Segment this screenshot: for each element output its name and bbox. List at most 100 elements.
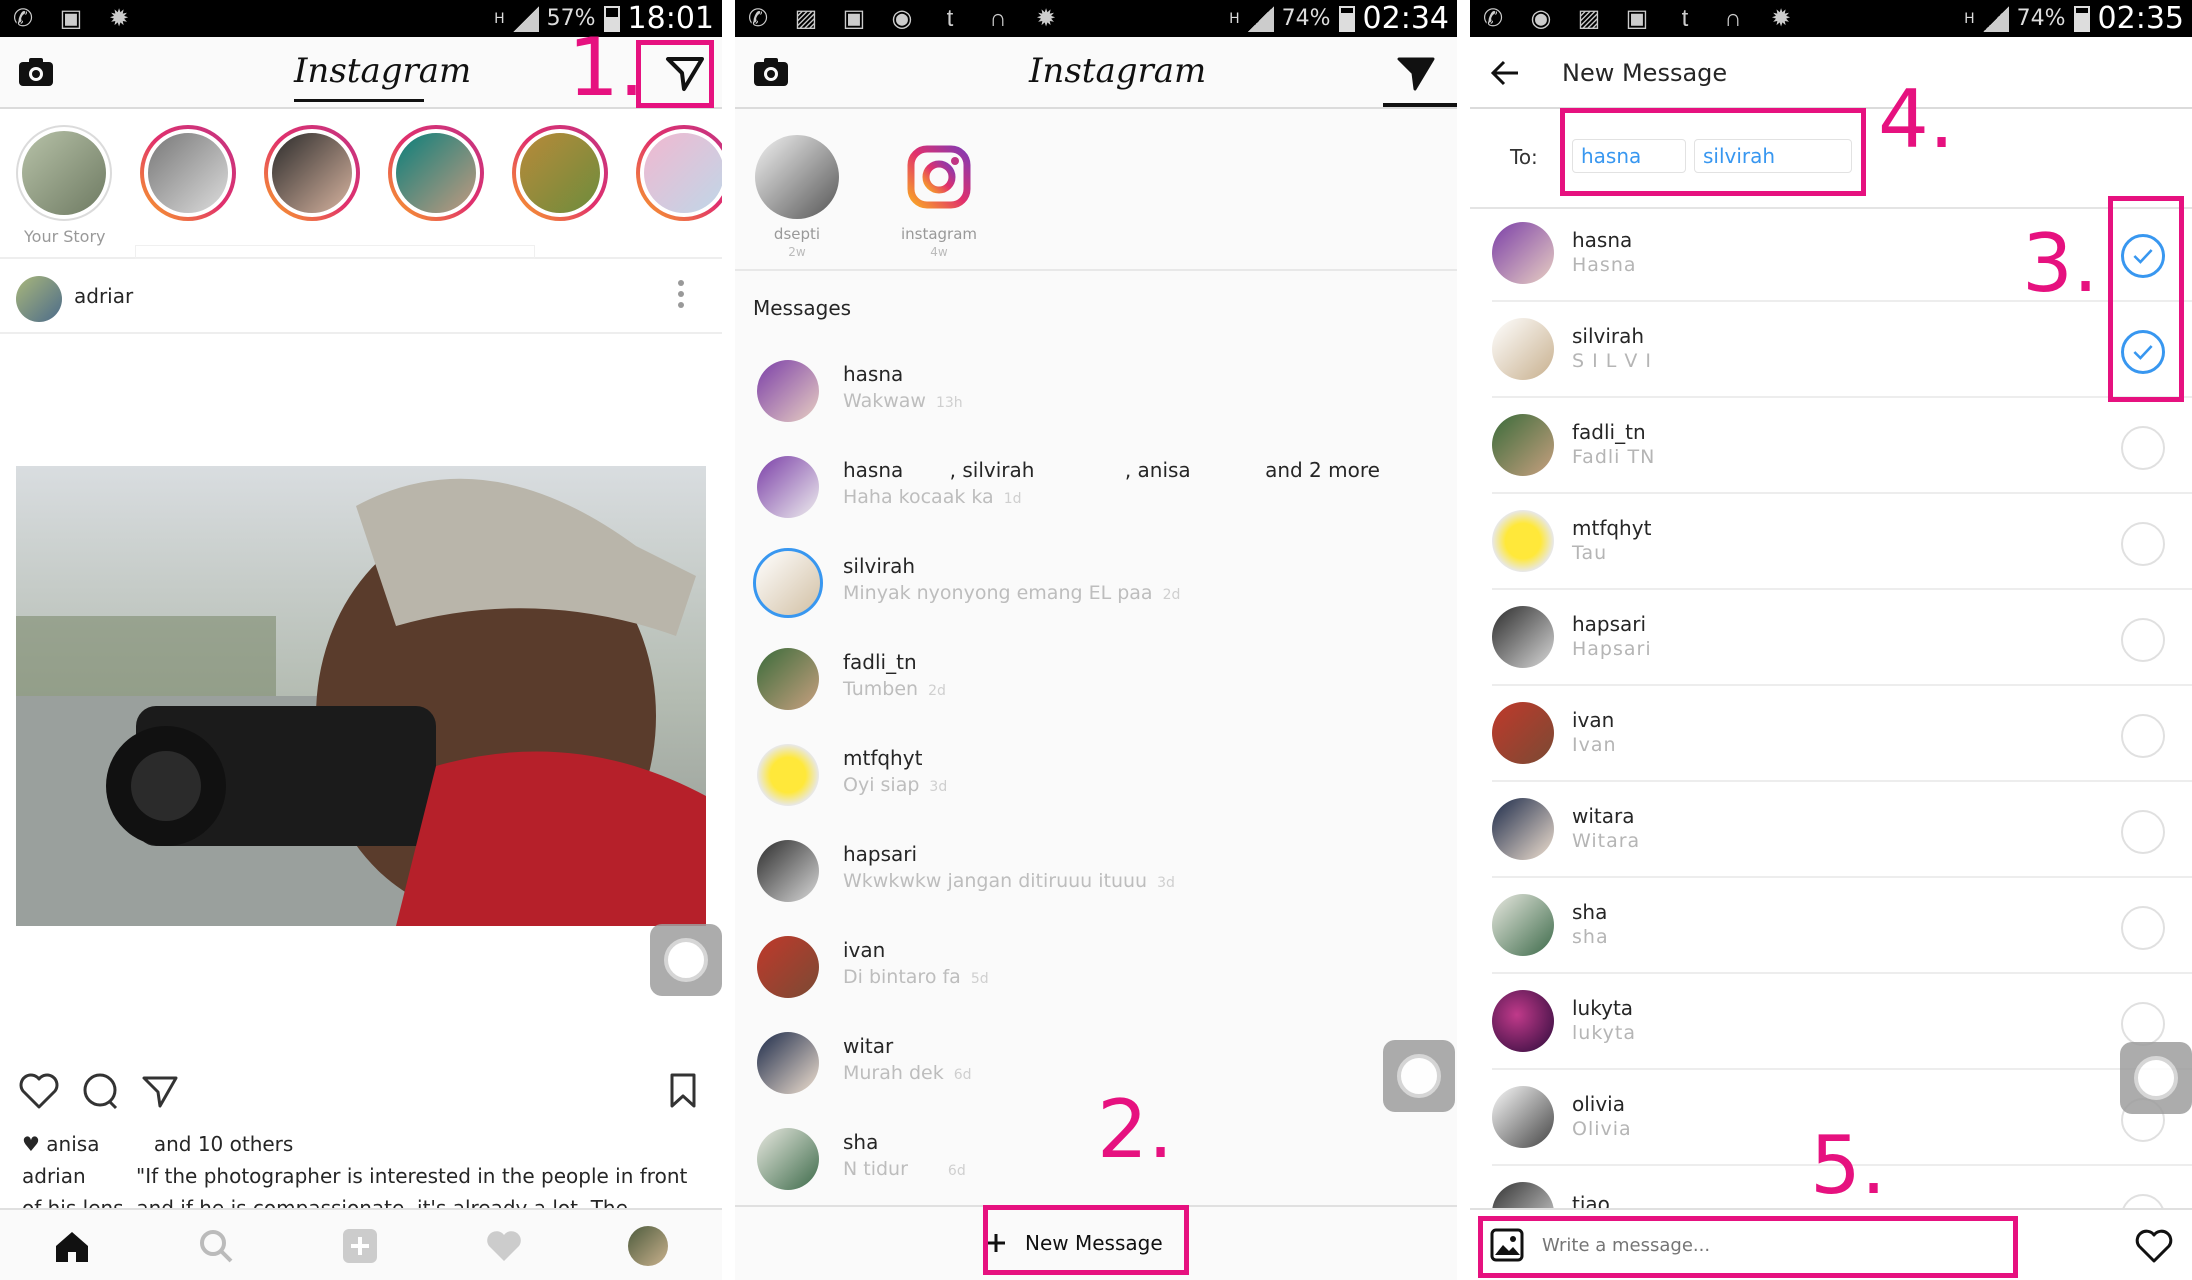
- contact-fullname: Ivan: [1572, 734, 1617, 756]
- settings-icon: ✹: [1035, 5, 1057, 32]
- story-avatar[interactable]: [388, 125, 484, 221]
- thread-name: hapsari: [843, 842, 918, 866]
- contact-row[interactable]: ivan Ivan: [1470, 686, 2192, 782]
- messages-section-title: Messages: [753, 296, 852, 320]
- direct-inbox-screen: ✆ ▨ ▣ ◉ t ∩ ✹ H 74% 02:34 Instagram dsep…: [735, 0, 1457, 1280]
- thread-item[interactable]: mtfqhyt Oyi siap 3d: [735, 726, 1457, 822]
- page-title: New Message: [1562, 59, 1728, 87]
- search-icon[interactable]: [196, 1226, 236, 1266]
- whatsapp-icon: ✆: [1482, 5, 1504, 32]
- thread-avatar: [757, 744, 819, 806]
- contact-row[interactable]: sha sha: [1470, 878, 2192, 974]
- heart-small-icon: ♥: [22, 1132, 40, 1156]
- contact-avatar: [1492, 318, 1554, 380]
- contact-fullname: Olivia: [1572, 1118, 1632, 1140]
- thread-preview: Di bintaro fa 5d: [843, 966, 989, 988]
- liked-others[interactable]: and 10 others: [154, 1132, 294, 1156]
- story-age: 4w: [930, 245, 948, 259]
- select-radio[interactable]: [2121, 906, 2165, 950]
- contact-row[interactable]: witara Witara: [1470, 782, 2192, 878]
- contact-avatar: [1492, 702, 1554, 764]
- signal-icon: [1982, 5, 2009, 32]
- thread-avatar: [757, 1032, 819, 1094]
- story-avatar[interactable]: [264, 125, 360, 221]
- select-radio[interactable]: [2121, 1002, 2165, 1046]
- liked-by-user[interactable]: anisa: [46, 1132, 99, 1156]
- settings-icon: ✹: [108, 5, 130, 32]
- contact-row[interactable]: lukyta lukyta: [1470, 974, 2192, 1070]
- thread-item[interactable]: hasna Wakwaw 13h: [735, 342, 1457, 438]
- thread-item[interactable]: hapsari Wkwkwkw jangan ditiruuu ituuu 3d: [735, 822, 1457, 918]
- thread-item[interactable]: fadli_tn Tumben 2d: [735, 630, 1457, 726]
- contact-row[interactable]: mtfqhyt Tau: [1470, 494, 2192, 590]
- chat-icon: ▣: [842, 5, 866, 32]
- thread-item[interactable]: silvirah Minyak nyonyong emang EL paa 2d: [735, 534, 1457, 630]
- contact-fullname: Hasna: [1572, 254, 1637, 276]
- contact-username: silvirah: [1572, 324, 1645, 348]
- story-avatar-instagram[interactable]: [897, 135, 981, 219]
- like-icon[interactable]: [18, 1072, 60, 1110]
- story-avatar[interactable]: [512, 125, 608, 221]
- thread-item[interactable]: hasna , silvirah , anisa and 2 more Haha…: [735, 438, 1457, 534]
- activity-heart-icon[interactable]: [484, 1226, 524, 1266]
- camera-icon[interactable]: [753, 57, 789, 87]
- back-arrow-icon[interactable]: [1490, 59, 1520, 87]
- highlight-selection: [2108, 196, 2184, 402]
- thread-avatar: [757, 936, 819, 998]
- select-radio[interactable]: [2121, 618, 2165, 662]
- contact-avatar: [1492, 606, 1554, 668]
- instagram-logo: Instagram: [294, 51, 472, 91]
- caption-user[interactable]: adrian: [22, 1164, 86, 1188]
- more-options-icon[interactable]: [678, 280, 686, 310]
- tab-indicator: [1383, 103, 1457, 107]
- camera-icon[interactable]: [18, 57, 54, 87]
- add-post-icon[interactable]: [340, 1226, 380, 1266]
- your-story-label: Your Story: [24, 227, 106, 246]
- thread-avatar: [757, 840, 819, 902]
- post-author-name[interactable]: adriar: [74, 284, 133, 308]
- home-icon[interactable]: [52, 1226, 92, 1266]
- save-bookmark-icon[interactable]: [668, 1072, 698, 1110]
- instagram-notif-icon: ◉: [1530, 5, 1552, 32]
- select-radio[interactable]: [2121, 522, 2165, 566]
- contact-row[interactable]: hapsari Hapsari: [1470, 590, 2192, 686]
- select-radio[interactable]: [2121, 426, 2165, 470]
- battery-percent: 74%: [2016, 6, 2066, 31]
- story-avatar-dsepti[interactable]: [755, 135, 839, 219]
- thread-preview: Murah dek 6d: [843, 1062, 972, 1084]
- signal-icon: [1247, 5, 1274, 32]
- contact-row[interactable]: fadli_tn Fadli TN: [1470, 398, 2192, 494]
- thread-item[interactable]: witar Murah dek 6d: [735, 1014, 1457, 1110]
- select-radio[interactable]: [2121, 810, 2165, 854]
- thread-name: witar: [843, 1034, 894, 1058]
- contact-username: olivia: [1572, 1092, 1625, 1116]
- profile-avatar-icon[interactable]: [628, 1226, 668, 1266]
- story-avatar[interactable]: [140, 125, 236, 221]
- thread-group-name: hasna , silvirah , anisa and 2 more: [843, 458, 1380, 482]
- like-heart-icon[interactable]: [2134, 1228, 2174, 1264]
- top-app-bar: Instagram: [735, 37, 1457, 109]
- share-icon[interactable]: [140, 1072, 180, 1110]
- instagram-logo-icon: [907, 145, 971, 209]
- thread-name: silvirah: [843, 554, 916, 578]
- floating-assistive-button[interactable]: [1383, 1040, 1455, 1112]
- thread-item[interactable]: ivan Di bintaro fa 5d: [735, 918, 1457, 1014]
- contact-fullname: S I L V I: [1572, 350, 1653, 372]
- post-author-avatar[interactable]: [16, 276, 62, 322]
- post-photo[interactable]: [16, 466, 706, 926]
- floating-assistive-button[interactable]: [2120, 1042, 2192, 1114]
- direct-message-icon[interactable]: [1393, 51, 1437, 95]
- story-your[interactable]: [16, 125, 112, 221]
- floating-assistive-button[interactable]: [650, 924, 722, 996]
- comment-icon[interactable]: [80, 1072, 120, 1110]
- contact-fullname: Witara: [1572, 830, 1641, 852]
- thread-time: 5d: [970, 971, 989, 987]
- contact-avatar: [1492, 510, 1554, 572]
- thread-preview: Minyak nyonyong emang EL paa 2d: [843, 582, 1181, 604]
- select-radio[interactable]: [2121, 714, 2165, 758]
- thread-item[interactable]: sha N tidur 6d: [735, 1110, 1457, 1206]
- bottom-navigation: [0, 1208, 722, 1280]
- story-avatar[interactable]: [636, 125, 722, 221]
- contact-row[interactable]: silvirah S I L V I: [1470, 302, 2192, 398]
- thread-name: fadli_tn: [843, 650, 917, 674]
